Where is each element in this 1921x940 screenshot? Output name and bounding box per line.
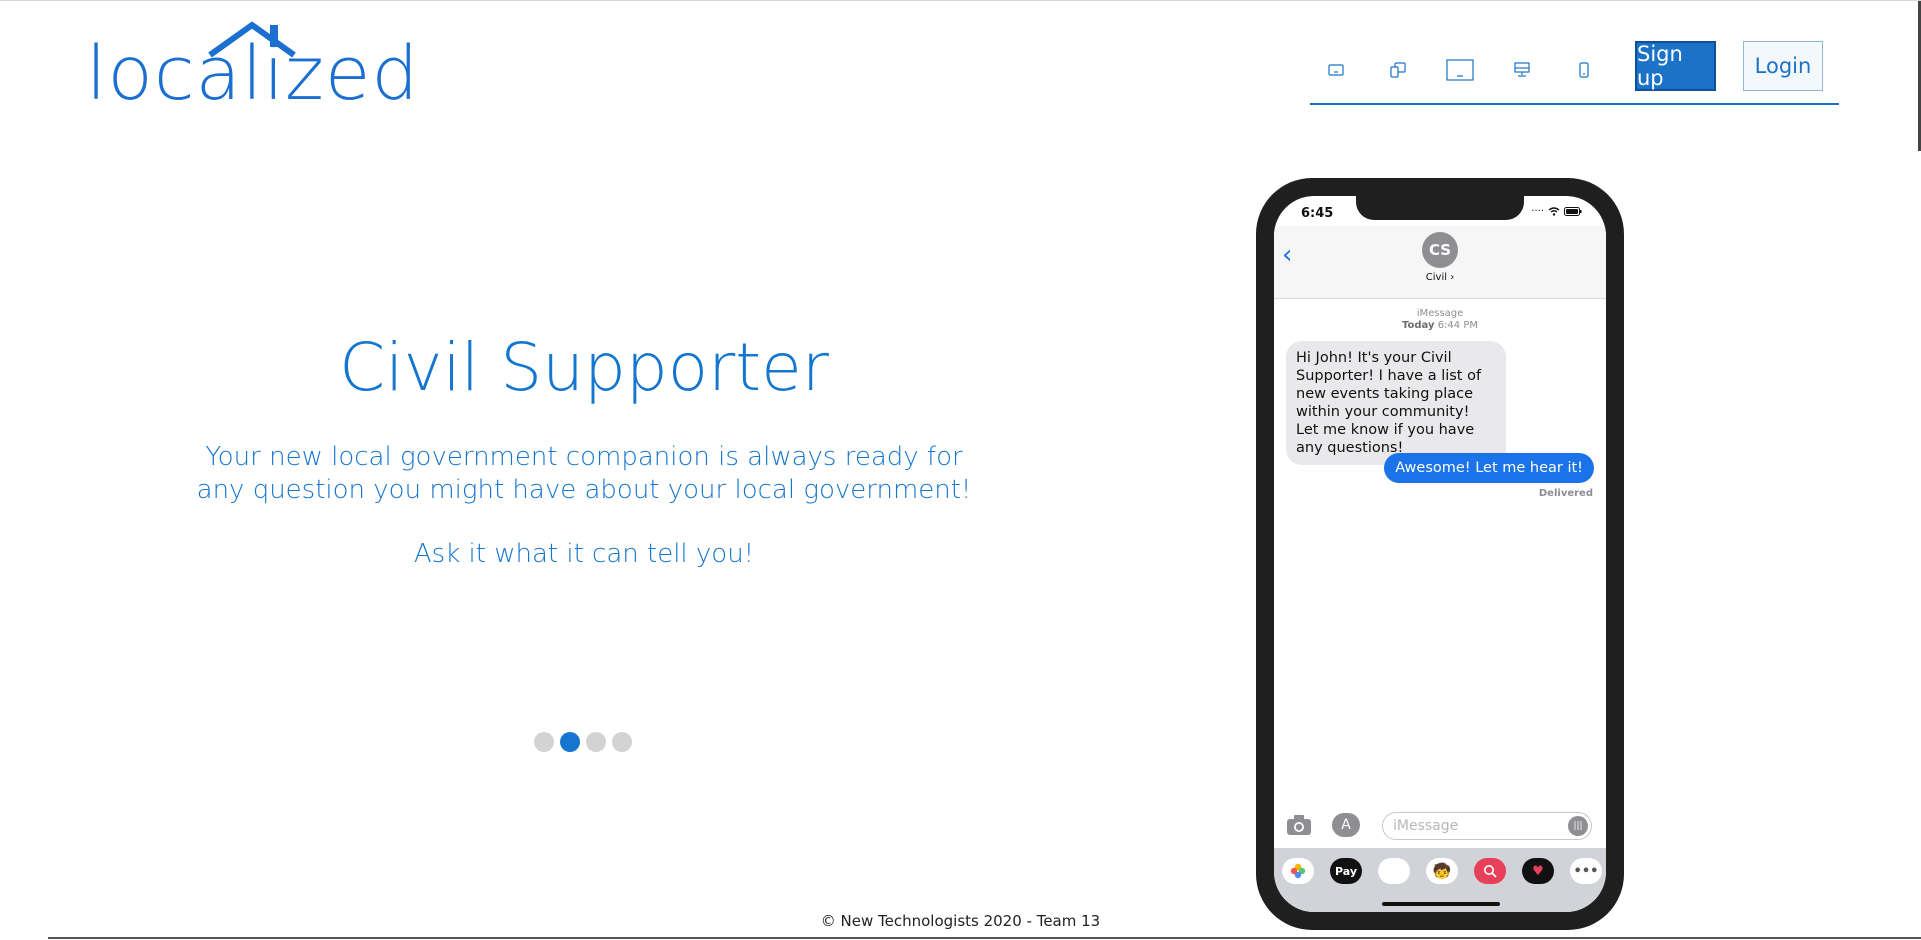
contact-name: Civil › bbox=[1425, 272, 1455, 283]
image-search-icon[interactable] bbox=[1474, 858, 1506, 884]
phone-mockup: ‹ CS Civil › 6:45 ···· iMessage Today 6:… bbox=[1256, 178, 1624, 930]
status-icons: ···· bbox=[1531, 206, 1582, 217]
signal-icon: ···· bbox=[1531, 206, 1544, 217]
hero-subtitle: Your new local government companion is a… bbox=[0, 441, 1168, 507]
footer: © New Technologists 2020 - Team 13 bbox=[820, 912, 1101, 930]
photos-app-icon[interactable] bbox=[1282, 858, 1314, 884]
carousel-dot[interactable] bbox=[534, 732, 554, 752]
digital-touch-icon[interactable]: ♥ bbox=[1522, 858, 1554, 884]
apple-pay-icon[interactable]: Pay bbox=[1330, 858, 1362, 884]
top-nav: Sign up Login bbox=[1310, 41, 1839, 105]
back-chevron-icon: ‹ bbox=[1282, 240, 1293, 270]
memoji-icon[interactable]: 🧒 bbox=[1426, 858, 1458, 884]
battery-icon bbox=[1564, 207, 1582, 216]
imessage-input[interactable]: iMessage ||| bbox=[1382, 812, 1592, 840]
hero-cta: Ask it what it can tell you! bbox=[413, 539, 755, 569]
desktop-icon[interactable] bbox=[1508, 57, 1536, 83]
more-apps-icon[interactable]: ••• bbox=[1570, 858, 1602, 884]
home-indicator bbox=[1382, 902, 1500, 906]
hero-subtitle-line1: Your new local government companion is a… bbox=[205, 442, 963, 472]
logo[interactable]: localized bbox=[86, 15, 418, 111]
apps-tray: Pay 🐵 🧒 ♥ ••• bbox=[1274, 848, 1606, 912]
phone-screen: ‹ CS Civil › 6:45 ···· iMessage Today 6:… bbox=[1274, 196, 1606, 912]
imessage-label: iMessage bbox=[1416, 308, 1464, 319]
carousel-dots bbox=[534, 732, 632, 752]
audio-waveform-icon[interactable]: ||| bbox=[1568, 816, 1588, 836]
laptop-icon[interactable] bbox=[1446, 57, 1474, 83]
phone-notch bbox=[1356, 196, 1524, 220]
outgoing-message: Awesome! Let me hear it! bbox=[1384, 453, 1594, 483]
signup-button[interactable]: Sign up bbox=[1635, 41, 1716, 91]
delivered-status: Delivered bbox=[1538, 488, 1593, 499]
app-store-icon[interactable]: A bbox=[1332, 813, 1360, 837]
monkey-emoji-icon[interactable]: 🐵 bbox=[1378, 858, 1410, 884]
bottom-divider bbox=[48, 937, 1921, 939]
hero-subtitle-line2: any question you might have about your l… bbox=[196, 475, 972, 505]
carousel-dot[interactable] bbox=[586, 732, 606, 752]
imessage-timestamp: Today 6:44 PM bbox=[1402, 320, 1478, 331]
small-screen-icon[interactable] bbox=[1322, 57, 1350, 83]
copy-device-icon[interactable] bbox=[1384, 57, 1412, 83]
camera-icon[interactable] bbox=[1286, 814, 1312, 836]
status-time: 6:45 bbox=[1301, 206, 1334, 221]
compose-bar: A iMessage ||| bbox=[1274, 808, 1606, 844]
login-button[interactable]: Login bbox=[1743, 41, 1823, 91]
avatar: CS bbox=[1422, 232, 1458, 268]
incoming-message: Hi John! It's your Civil Supporter! I ha… bbox=[1286, 341, 1506, 465]
hero-title: Civil Supporter bbox=[339, 329, 829, 406]
message-header: ‹ CS Civil › bbox=[1274, 226, 1606, 299]
carousel-dot[interactable] bbox=[612, 732, 632, 752]
wifi-icon bbox=[1548, 207, 1560, 216]
carousel-dot-active[interactable] bbox=[560, 732, 580, 752]
logo-text: localized bbox=[86, 31, 420, 117]
mobile-icon[interactable] bbox=[1570, 57, 1598, 83]
imessage-meta: iMessage Today 6:44 PM bbox=[1274, 308, 1606, 332]
